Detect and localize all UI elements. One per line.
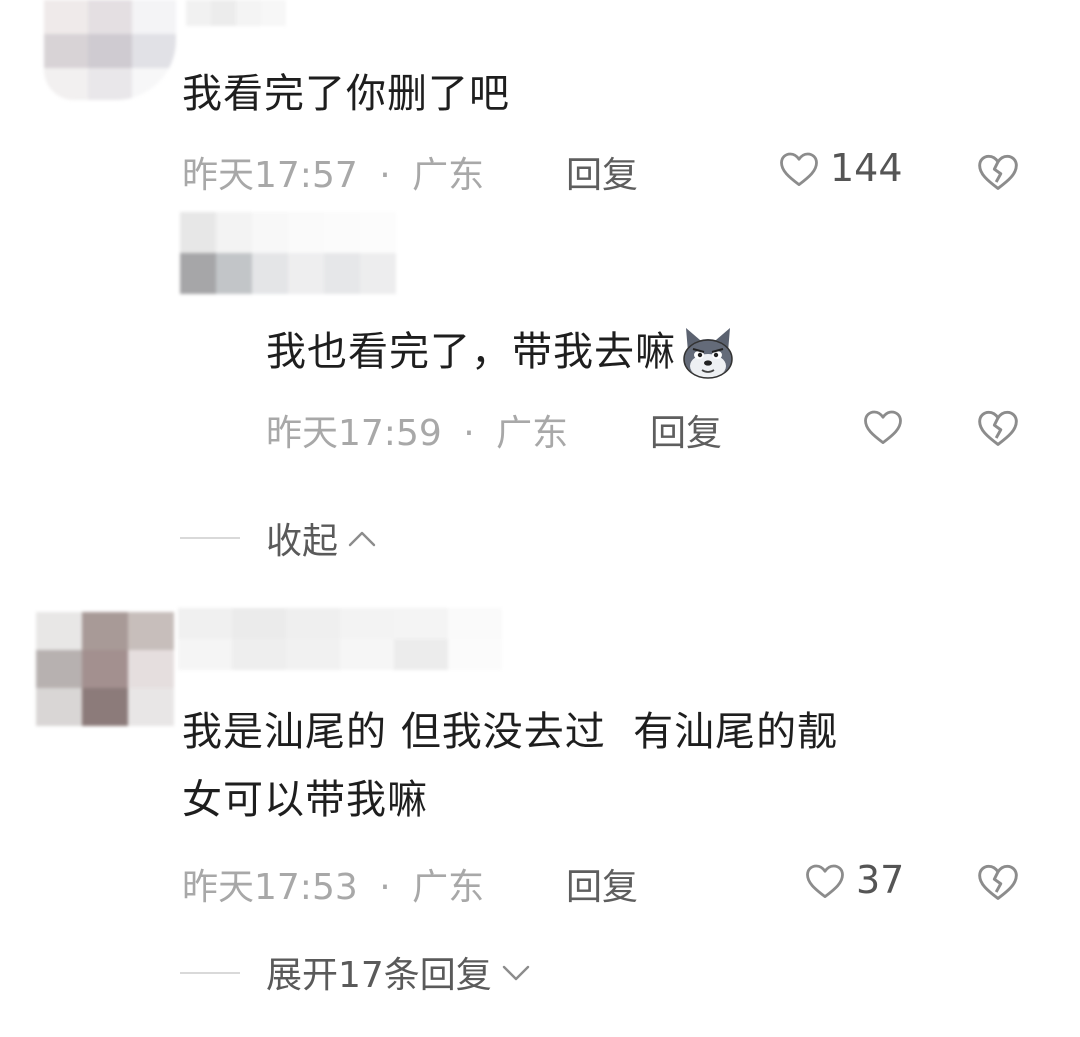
reply-text: 我也看完了，带我去嘛 — [266, 318, 738, 386]
comment-text-line-1: 我是汕尾的 但我没去过 有汕尾的靓 — [182, 709, 839, 755]
reply-meta: 昨天17:59 · 广东 — [266, 404, 568, 456]
comment-text: 我看完了你删了吧 — [182, 71, 510, 117]
comment-time: 昨天17:57 — [182, 155, 358, 196]
expand-text: 展开17条回复 — [266, 955, 492, 996]
comment-location: 广东 — [412, 867, 485, 908]
dislike-button[interactable] — [976, 150, 1020, 192]
reply-text-content: 我也看完了，带我去嘛 — [266, 329, 676, 375]
dislike-button[interactable] — [976, 860, 1020, 902]
expand-label[interactable]: 展开17条回复 — [266, 946, 532, 998]
like-button[interactable]: 144 — [778, 146, 903, 190]
username[interactable] — [186, 0, 286, 26]
comment-time: 昨天17:53 — [182, 867, 358, 908]
broken-heart-icon — [976, 860, 1020, 902]
comment-meta: 昨天17:57 · 广东 — [182, 146, 484, 198]
comment-text: 我是汕尾的 但我没去过 有汕尾的靓 女可以带我嘛 — [182, 698, 838, 834]
heart-outline-icon — [804, 860, 846, 900]
like-button[interactable]: 37 — [804, 858, 904, 902]
broken-heart-icon — [976, 406, 1020, 448]
comment-text-line-2: 女可以带我嘛 — [182, 777, 428, 823]
reply-time: 昨天17:59 — [266, 413, 442, 454]
dislike-button[interactable] — [976, 406, 1020, 448]
comment-meta: 昨天17:53 · 广东 — [182, 858, 484, 910]
chevron-up-icon — [346, 527, 378, 549]
meta-separator: · — [379, 155, 391, 196]
collapse-text: 收起 — [266, 521, 339, 562]
like-count: 37 — [856, 858, 905, 902]
reply-button[interactable]: 回复 — [566, 146, 638, 198]
meta-separator: · — [379, 867, 391, 908]
collapse-label[interactable]: 收起 — [266, 512, 378, 564]
avatar[interactable] — [44, 0, 176, 100]
meta-separator: · — [463, 413, 475, 454]
username[interactable] — [178, 608, 504, 670]
comment-location: 广东 — [412, 155, 485, 196]
divider-dash — [180, 537, 240, 539]
like-count: 144 — [830, 146, 903, 190]
chevron-down-icon — [500, 961, 532, 983]
reply-avatar-username[interactable] — [180, 212, 396, 294]
avatar[interactable] — [36, 612, 174, 726]
heart-outline-icon — [778, 148, 820, 188]
reply-button[interactable]: 回复 — [650, 404, 722, 456]
divider-dash — [180, 972, 240, 974]
wolf-face-emoji-icon — [678, 322, 738, 382]
heart-outline-icon — [862, 406, 904, 446]
reply-location: 广东 — [496, 413, 569, 454]
broken-heart-icon — [976, 150, 1020, 192]
reply-button[interactable]: 回复 — [566, 858, 638, 910]
like-button[interactable] — [862, 406, 904, 446]
